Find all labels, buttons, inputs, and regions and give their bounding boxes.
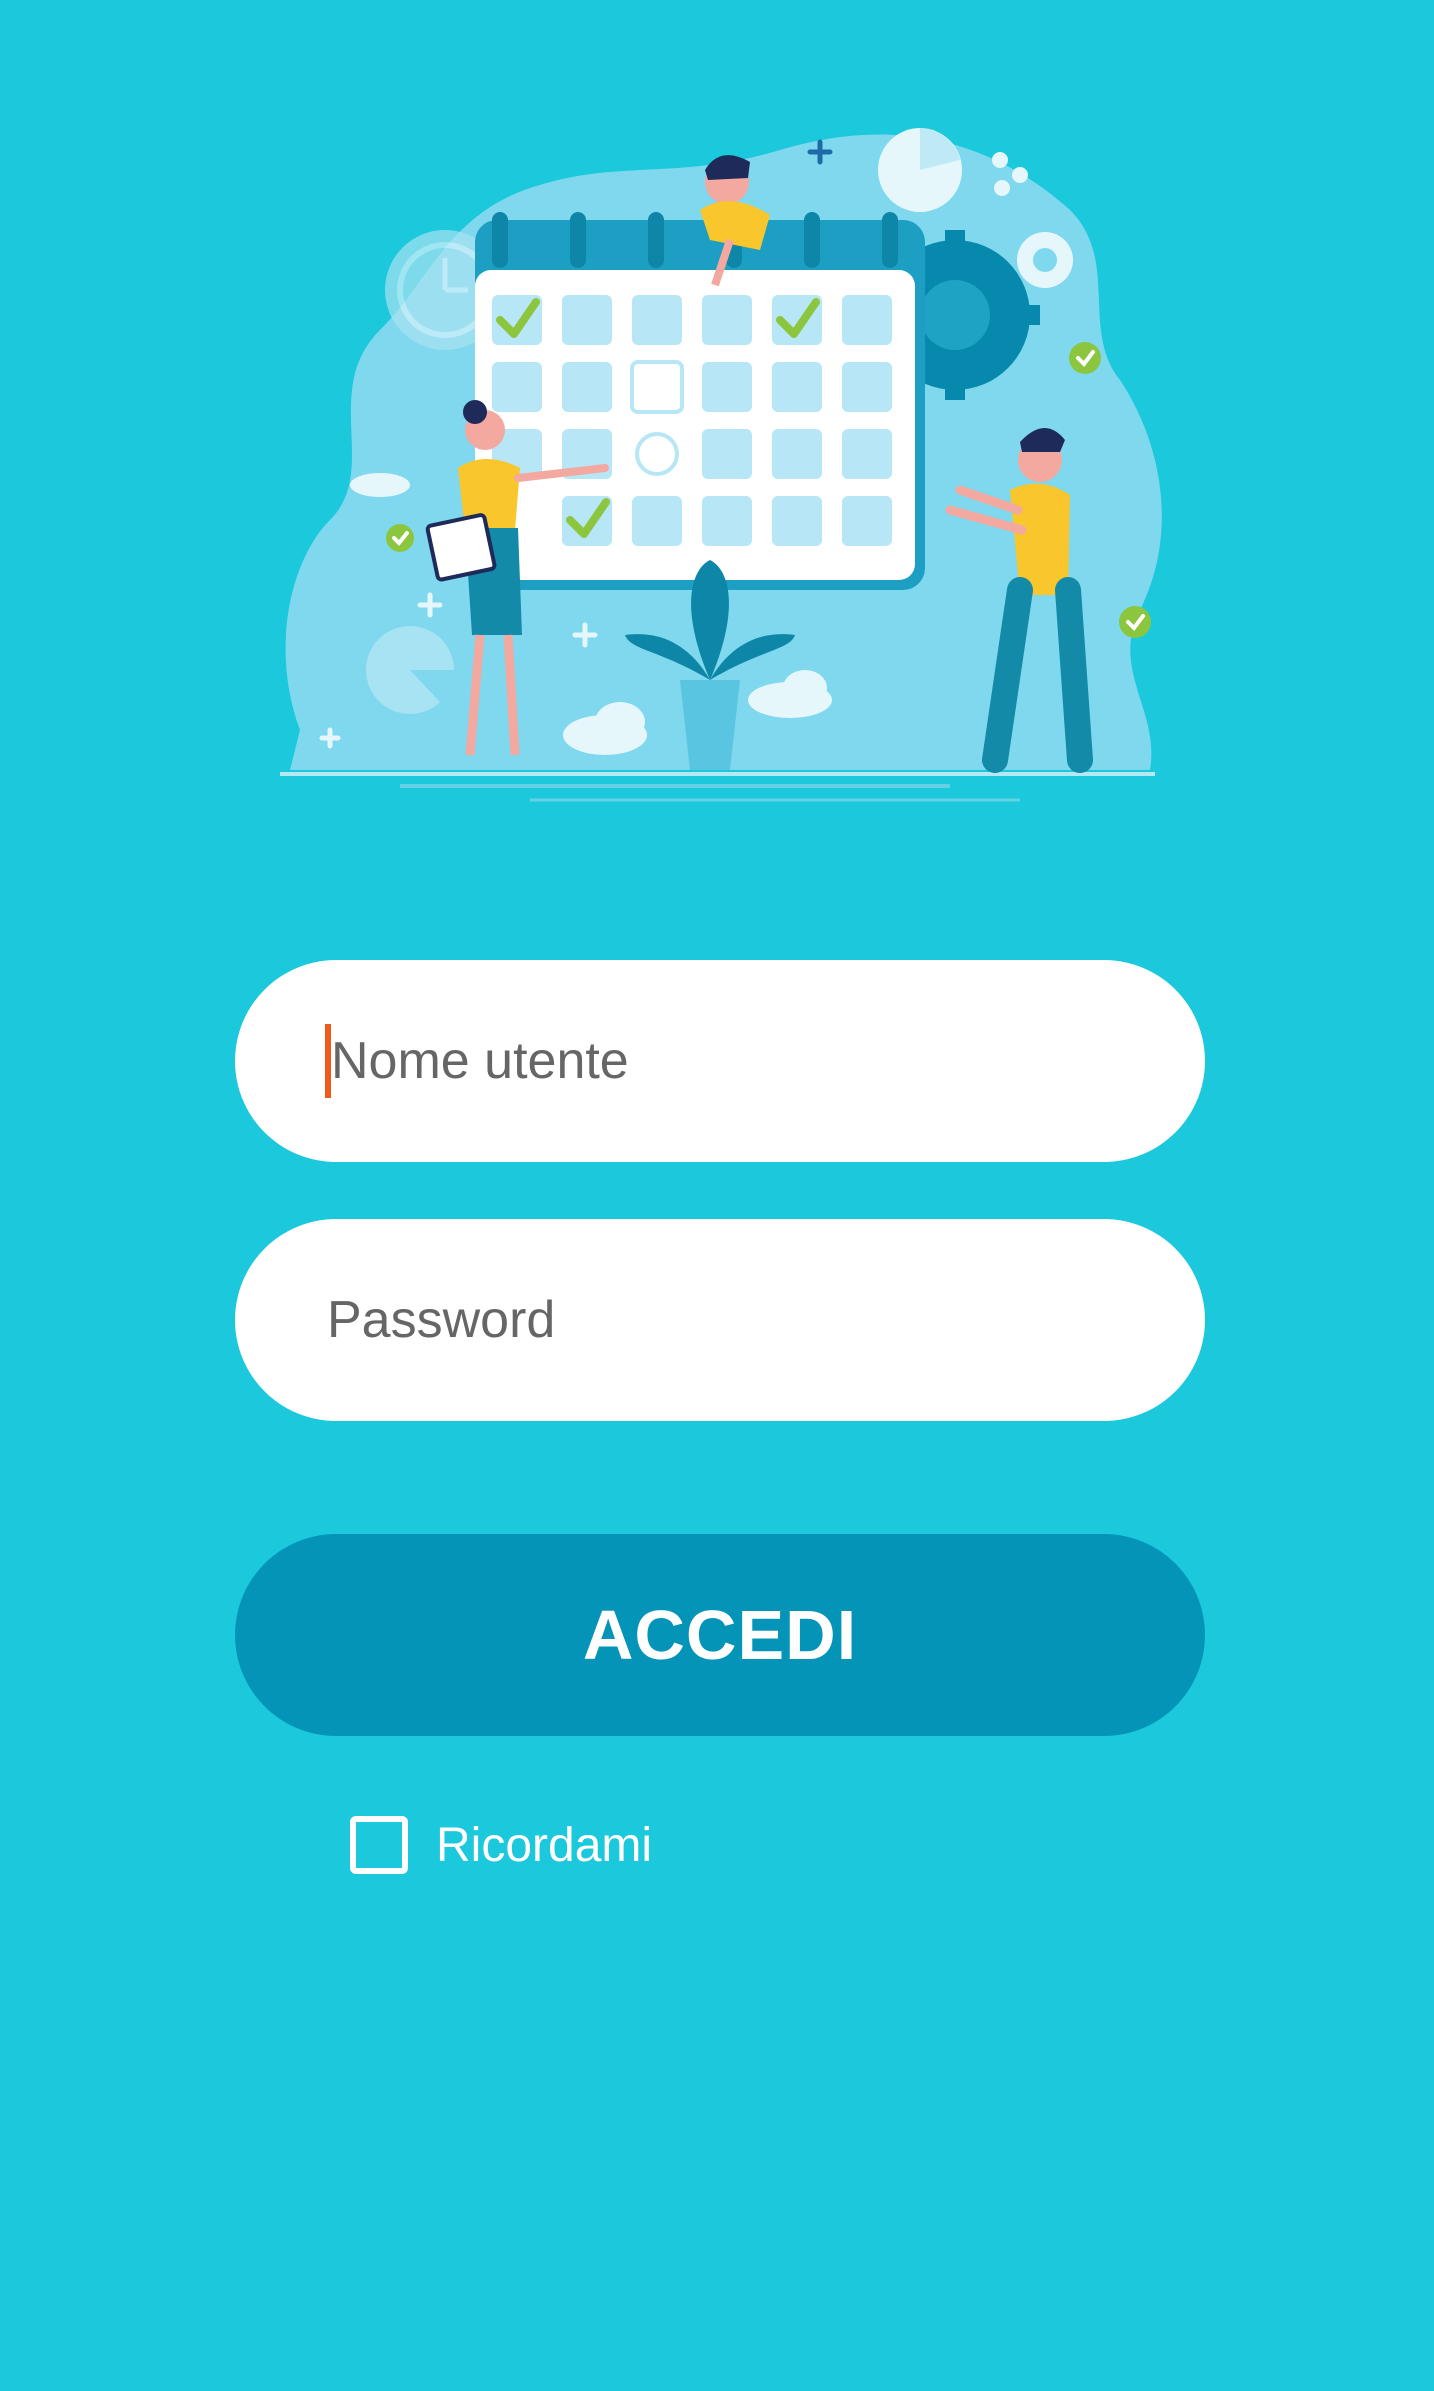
login-button[interactable]: ACCEDI bbox=[235, 1534, 1205, 1736]
calendar-icon bbox=[475, 212, 925, 590]
username-placeholder: Nome utente bbox=[331, 1032, 629, 1090]
remember-me-row[interactable]: Ricordami bbox=[350, 1816, 652, 1874]
remember-me-checkbox[interactable] bbox=[350, 1816, 408, 1874]
password-field[interactable]: Password bbox=[235, 1219, 1205, 1421]
pie-chart-icon bbox=[878, 128, 962, 212]
password-placeholder: Password bbox=[327, 1291, 556, 1349]
calendar-scheduling-illustration bbox=[280, 128, 1162, 802]
pie-chart-icon bbox=[366, 626, 454, 714]
small-gear-icon bbox=[1017, 232, 1073, 288]
username-field[interactable]: Nome utente bbox=[235, 960, 1205, 1162]
remember-me-label[interactable]: Ricordami bbox=[436, 1818, 652, 1873]
